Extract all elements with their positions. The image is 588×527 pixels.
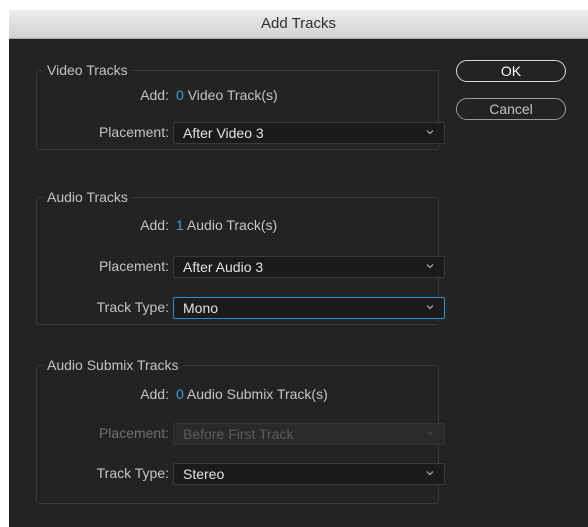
submix-tracktype-value: Stereo — [183, 466, 225, 482]
audio-tracks-legend: Audio Tracks — [43, 188, 132, 206]
audio-add-suffix: Audio Track(s) — [186, 217, 278, 233]
submix-add-value: 0 Audio Submix Track(s) — [176, 386, 328, 402]
audio-add-row: Add: 1 Audio Track(s) — [37, 215, 438, 237]
dialog-title: Add Tracks — [9, 10, 588, 39]
audio-submix-legend: Audio Submix Tracks — [43, 356, 183, 374]
submix-tracktype-select[interactable]: Stereo — [173, 463, 445, 485]
ok-button[interactable]: OK — [456, 60, 566, 82]
video-tracks-group: Video Tracks Add: 0 Video Track(s) Place… — [36, 61, 445, 150]
chevron-down-icon — [426, 128, 434, 136]
video-add-count[interactable]: 0 — [176, 87, 184, 103]
submix-add-suffix: Audio Submix Track(s) — [186, 386, 328, 402]
chevron-down-icon — [426, 429, 434, 437]
submix-add-count[interactable]: 0 — [176, 386, 184, 402]
chevron-down-icon — [426, 469, 434, 477]
video-tracks-legend: Video Tracks — [43, 61, 132, 79]
video-add-value: 0 Video Track(s) — [176, 87, 278, 103]
video-add-suffix: Video Track(s) — [187, 87, 278, 103]
video-placement-row: Placement: After Video 3 — [37, 122, 445, 144]
submix-tracktype-row: Track Type: Stereo — [37, 463, 445, 485]
submix-add-label: Add: — [140, 386, 169, 402]
video-add-label: Add: — [140, 87, 169, 103]
audio-tracktype-select[interactable]: Mono — [173, 297, 445, 319]
audio-placement-select[interactable]: After Audio 3 — [173, 256, 445, 278]
audio-add-value: 1 Audio Track(s) — [176, 217, 277, 233]
audio-submix-tracks-group: Audio Submix Tracks Add: 0 Audio Submix … — [36, 356, 445, 504]
audio-tracktype-row: Track Type: Mono — [37, 297, 445, 319]
chevron-down-icon — [426, 303, 434, 311]
submix-tracktype-label: Track Type: — [96, 465, 169, 481]
submix-placement-select: Before First Track — [173, 423, 445, 445]
video-placement-select[interactable]: After Video 3 — [173, 122, 445, 144]
audio-placement-row: Placement: After Audio 3 — [37, 256, 445, 278]
video-placement-label: Placement: — [98, 124, 169, 140]
audio-tracktype-label: Track Type: — [96, 299, 169, 315]
audio-tracks-group: Audio Tracks Add: 1 Audio Track(s) Place… — [36, 188, 445, 325]
cancel-button[interactable]: Cancel — [456, 98, 566, 120]
submix-placement-value: Before First Track — [183, 426, 294, 442]
chevron-down-icon — [426, 262, 434, 270]
audio-add-label: Add: — [140, 217, 169, 233]
video-placement-value: After Video 3 — [183, 125, 264, 141]
audio-placement-label: Placement: — [98, 258, 169, 274]
submix-placement-row: Placement: Before First Track — [37, 423, 445, 445]
add-tracks-dialog: Add Tracks Video Tracks Add: 0 Video Tra… — [9, 10, 588, 527]
submix-placement-label: Placement: — [98, 425, 169, 441]
audio-add-count[interactable]: 1 — [176, 217, 184, 233]
audio-placement-value: After Audio 3 — [183, 259, 264, 275]
video-add-row: Add: 0 Video Track(s) — [37, 85, 438, 107]
submix-add-row: Add: 0 Audio Submix Track(s) — [37, 384, 438, 406]
audio-tracktype-value: Mono — [183, 300, 219, 316]
